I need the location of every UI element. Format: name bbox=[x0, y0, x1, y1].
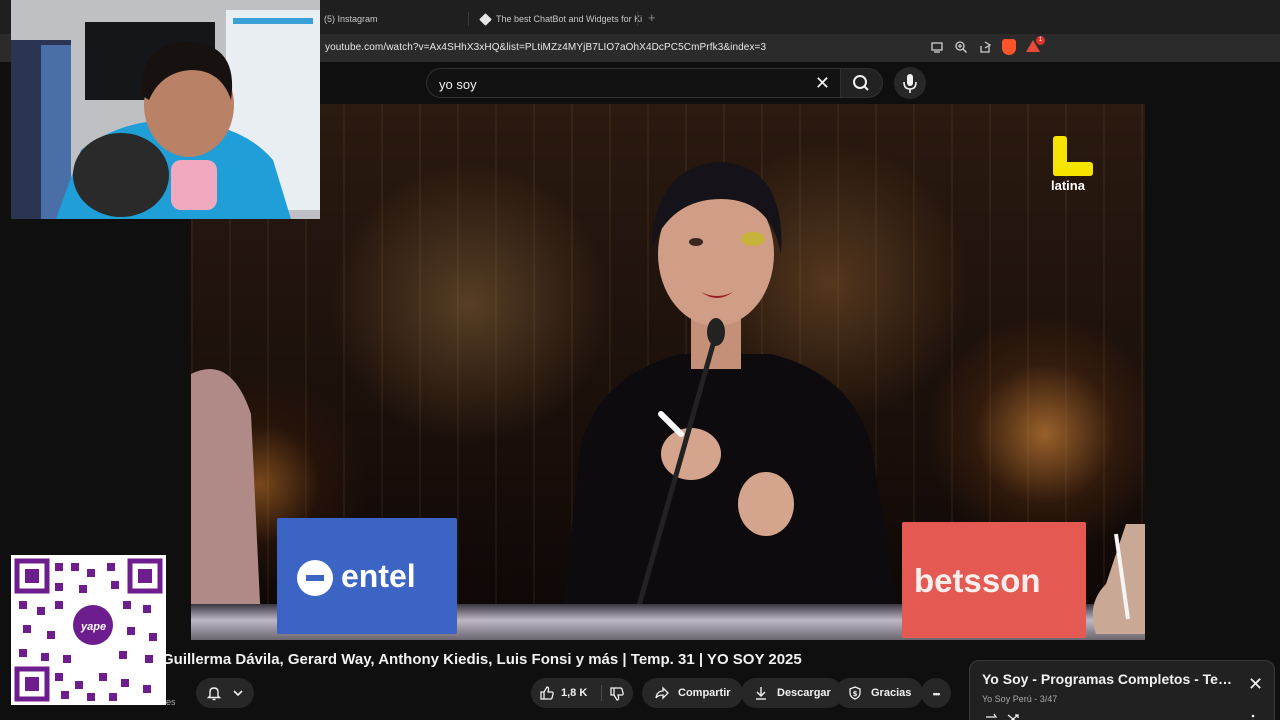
new-tab-button[interactable]: + bbox=[648, 10, 656, 25]
address-bar-icons: 1 bbox=[930, 36, 1045, 55]
notification-badge: 1 bbox=[1036, 36, 1045, 45]
share-page-icon[interactable] bbox=[978, 40, 992, 54]
tab-separator bbox=[468, 12, 469, 26]
tab-label: (5) Instagram bbox=[324, 14, 378, 24]
video-player[interactable]: latina entel betsson bbox=[191, 104, 1145, 640]
playlist-meta: Yo Soy Perú - 3/47 bbox=[982, 694, 1057, 704]
chevron-down-icon bbox=[233, 690, 243, 697]
webcam-scene bbox=[11, 0, 320, 219]
tab-separator bbox=[637, 12, 638, 26]
microphone-icon bbox=[903, 74, 917, 93]
like-dislike-group: 1,8 K bbox=[531, 678, 633, 708]
entel-sign-text: entel bbox=[341, 558, 416, 594]
judge-figure bbox=[561, 162, 901, 624]
tab-instagram[interactable]: (5) Instagram bbox=[324, 8, 378, 30]
loop-shuffle-icons[interactable] bbox=[984, 711, 1024, 720]
super-thanks-icon: $ bbox=[849, 686, 861, 700]
tab-chatbot[interactable]: The best ChatBot and Widgets for Ki bbox=[479, 8, 643, 30]
notifications-button[interactable] bbox=[196, 678, 254, 708]
diamond-icon bbox=[479, 12, 492, 26]
like-icon[interactable] bbox=[539, 685, 555, 701]
tab-label: The best ChatBot and Widgets for Ki bbox=[496, 14, 643, 24]
download-icon bbox=[756, 687, 766, 700]
voice-search-button[interactable] bbox=[894, 67, 926, 99]
latina-logo: latina bbox=[1051, 136, 1099, 194]
video-title: Guillerma Dávila, Gerard Way, Anthony Ki… bbox=[162, 651, 802, 668]
betsson-sign-text: betsson bbox=[914, 562, 1041, 599]
download-button[interactable]: Descargar bbox=[741, 678, 843, 708]
download-label: Descargar bbox=[777, 687, 831, 699]
thanks-label: Gracias bbox=[871, 687, 912, 699]
like-count[interactable]: 1,8 K bbox=[561, 687, 587, 699]
bell-icon bbox=[206, 687, 222, 701]
share-icon bbox=[655, 686, 669, 700]
yape-logo-text: yape bbox=[81, 621, 107, 633]
search-input[interactable]: yo soy ✕ bbox=[426, 68, 841, 98]
search-query: yo soy bbox=[439, 77, 477, 92]
playlist-position: 3/47 bbox=[1039, 694, 1058, 704]
svg-text:$: $ bbox=[853, 690, 858, 698]
latina-logo-mark bbox=[1053, 162, 1093, 176]
webcam-overlay bbox=[11, 0, 320, 219]
zoom-icon[interactable] bbox=[954, 40, 968, 54]
playlist-menu-icon[interactable] bbox=[1250, 713, 1256, 720]
playlist-channel[interactable]: Yo Soy Perú bbox=[982, 694, 1032, 704]
search-button[interactable] bbox=[841, 68, 883, 98]
blurred-hand-right bbox=[1092, 524, 1145, 634]
playlist-title[interactable]: Yo Soy - Programas Completos - Temporada… bbox=[982, 671, 1232, 687]
share-button[interactable]: Compartir bbox=[642, 678, 743, 708]
subscriber-count: es bbox=[166, 697, 176, 707]
clear-search-icon[interactable]: ✕ bbox=[815, 74, 830, 92]
search-icon bbox=[853, 75, 869, 91]
entel-sign: entel bbox=[277, 518, 457, 634]
close-playlist-icon[interactable]: ✕ bbox=[1248, 675, 1263, 693]
more-dots-icon: ••• bbox=[932, 689, 941, 699]
playlist-panel[interactable]: Yo Soy - Programas Completos - Temporada… bbox=[969, 660, 1275, 720]
rewards-icon[interactable]: 1 bbox=[1026, 36, 1045, 54]
qr-code-overlay: yape bbox=[11, 555, 166, 705]
dislike-icon[interactable] bbox=[609, 686, 625, 702]
url-field[interactable]: youtube.com/watch?v=Ax4SHhX3xHQ&list=PLt… bbox=[325, 42, 766, 53]
betsson-sign: betsson bbox=[902, 522, 1086, 638]
like-divider bbox=[601, 685, 602, 701]
thanks-button[interactable]: $ Gracias bbox=[835, 678, 924, 708]
entel-logo-icon bbox=[297, 560, 333, 596]
latina-logo-text: latina bbox=[1051, 178, 1085, 193]
cast-icon[interactable] bbox=[930, 40, 944, 54]
share-label: Compartir bbox=[678, 687, 731, 699]
brave-shield-icon[interactable] bbox=[1002, 39, 1016, 55]
blurred-person-left bbox=[191, 369, 261, 624]
more-actions-button[interactable]: ••• bbox=[921, 678, 951, 708]
